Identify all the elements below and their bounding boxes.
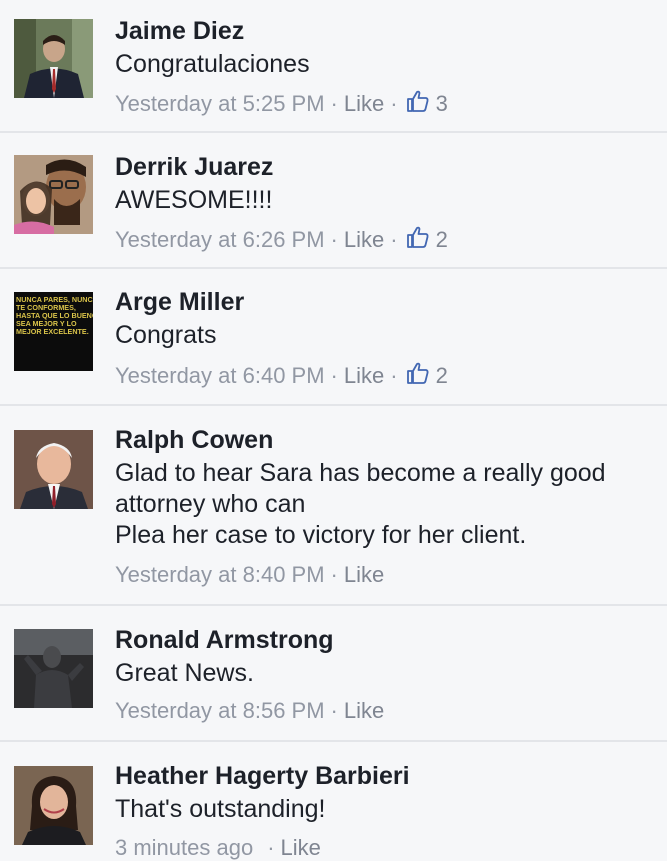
comment-author[interactable]: Ronald Armstrong [115,626,334,655]
separator: · [330,562,338,587]
comment-text: That's outstanding! [115,795,326,823]
comment-author[interactable]: Arge Miller [115,288,244,317]
thumbs-up-icon[interactable] [406,225,430,255]
comment-author[interactable]: Ralph Cowen [115,426,273,455]
separator: · [267,835,275,860]
separator: · [330,363,338,388]
svg-text:MEJOR EXCELENTE.: MEJOR EXCELENTE. [16,327,89,336]
comment-text: Glad to hear Sara has become a really go… [115,459,606,549]
comment-item: NUNCA PARES, NUNCA TE CONFORMES, HASTA Q… [0,269,667,406]
comment-item: Ralph Cowen Glad to hear Sara has become… [0,406,667,606]
comment-text: Congratulaciones [115,50,310,78]
comment-timestamp[interactable]: 3 minutes ago [115,835,253,861]
comment-item: Jaime Diez Congratulaciones Yesterday at… [0,0,667,133]
comment-timestamp[interactable]: Yesterday at 6:40 PM [115,363,325,389]
like-button[interactable]: Like [344,363,384,389]
comment-meta: Yesterday at 8:56 PM · Like [115,698,384,724]
comment-text: Great News. [115,659,254,687]
thumbs-up-icon[interactable] [406,89,430,119]
separator: · [330,227,338,252]
comment-author[interactable]: Derrik Juarez [115,153,273,182]
like-count[interactable]: 2 [436,363,448,389]
like-button[interactable]: Like [344,91,384,117]
older-man-portrait-icon [14,430,93,509]
avatar[interactable] [14,155,93,234]
separator: · [390,227,398,252]
comment-meta: Yesterday at 8:40 PM · Like [115,562,384,588]
avatar[interactable] [14,629,93,708]
man-in-suit-portrait-icon [14,19,93,98]
comment-meta: Yesterday at 6:26 PM · Like · 2 [115,225,448,255]
separator: · [390,363,398,388]
comment-text: AWESOME!!!! [115,186,273,214]
comment-timestamp[interactable]: Yesterday at 6:26 PM [115,227,325,253]
comment-item: Ronald Armstrong Great News. Yesterday a… [0,606,667,742]
separator: · [330,698,338,723]
comment-author[interactable]: Jaime Diez [115,17,244,46]
thumbs-up-icon[interactable] [406,361,430,391]
statue-photo-icon [14,629,93,708]
comment-timestamp[interactable]: Yesterday at 8:56 PM [115,698,325,724]
quote-poster-icon: NUNCA PARES, NUNCA TE CONFORMES, HASTA Q… [14,292,93,371]
comment-author[interactable]: Heather Hagerty Barbieri [115,762,410,791]
avatar[interactable] [14,430,93,509]
like-count[interactable]: 3 [436,91,448,117]
like-button[interactable]: Like [344,227,384,253]
father-daughter-selfie-icon [14,155,93,234]
comment-meta: 3 minutes ago · Like [115,835,321,861]
like-count[interactable]: 2 [436,227,448,253]
comment-meta: Yesterday at 6:40 PM · Like · 2 [115,361,448,391]
separator: · [390,91,398,116]
comment-meta: Yesterday at 5:25 PM · Like · 3 [115,89,448,119]
separator: · [330,91,338,116]
comment-item: Derrik Juarez AWESOME!!!! Yesterday at 6… [0,133,667,269]
like-button[interactable]: Like [344,562,384,588]
woman-portrait-icon [14,766,93,845]
like-button[interactable]: Like [344,698,384,724]
comment-text: Congrats [115,321,217,349]
like-button[interactable]: Like [281,835,321,861]
avatar[interactable]: NUNCA PARES, NUNCA TE CONFORMES, HASTA Q… [14,292,93,371]
comment-timestamp[interactable]: Yesterday at 8:40 PM [115,562,325,588]
comment-timestamp[interactable]: Yesterday at 5:25 PM [115,91,325,117]
comment-item: Heather Hagerty Barbieri That's outstand… [0,742,667,861]
avatar[interactable] [14,766,93,845]
avatar[interactable] [14,19,93,98]
